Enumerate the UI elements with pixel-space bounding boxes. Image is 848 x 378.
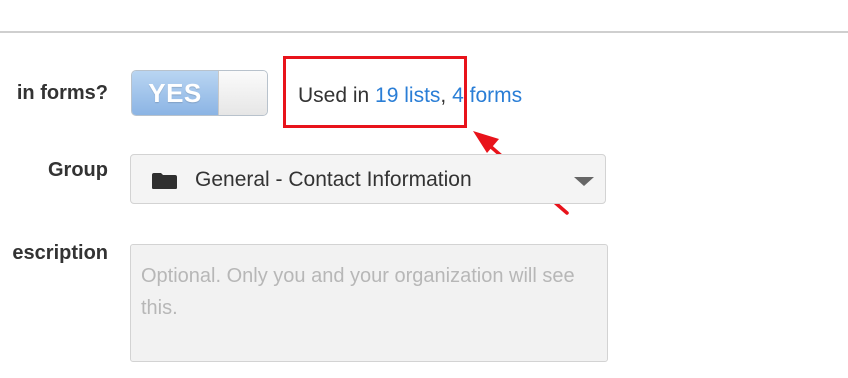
description-textarea[interactable] — [130, 244, 608, 362]
group-select-value: General - Contact Information — [195, 168, 472, 191]
annotation-highlight-box — [283, 56, 467, 128]
group-select[interactable]: General - Contact Information — [130, 154, 606, 204]
field-settings-panel: in forms? YES Used in 19 lists, 4 forms … — [0, 0, 848, 378]
description-label: escription — [12, 242, 108, 264]
group-label: Group — [48, 159, 108, 181]
forms-label: in forms? — [16, 82, 108, 104]
forms-toggle[interactable]: YES — [131, 70, 268, 116]
chevron-down-icon — [574, 177, 594, 186]
toggle-knob[interactable] — [218, 71, 267, 115]
section-divider — [0, 31, 848, 33]
folder-icon — [152, 173, 177, 189]
toggle-yes-label: YES — [132, 71, 218, 115]
